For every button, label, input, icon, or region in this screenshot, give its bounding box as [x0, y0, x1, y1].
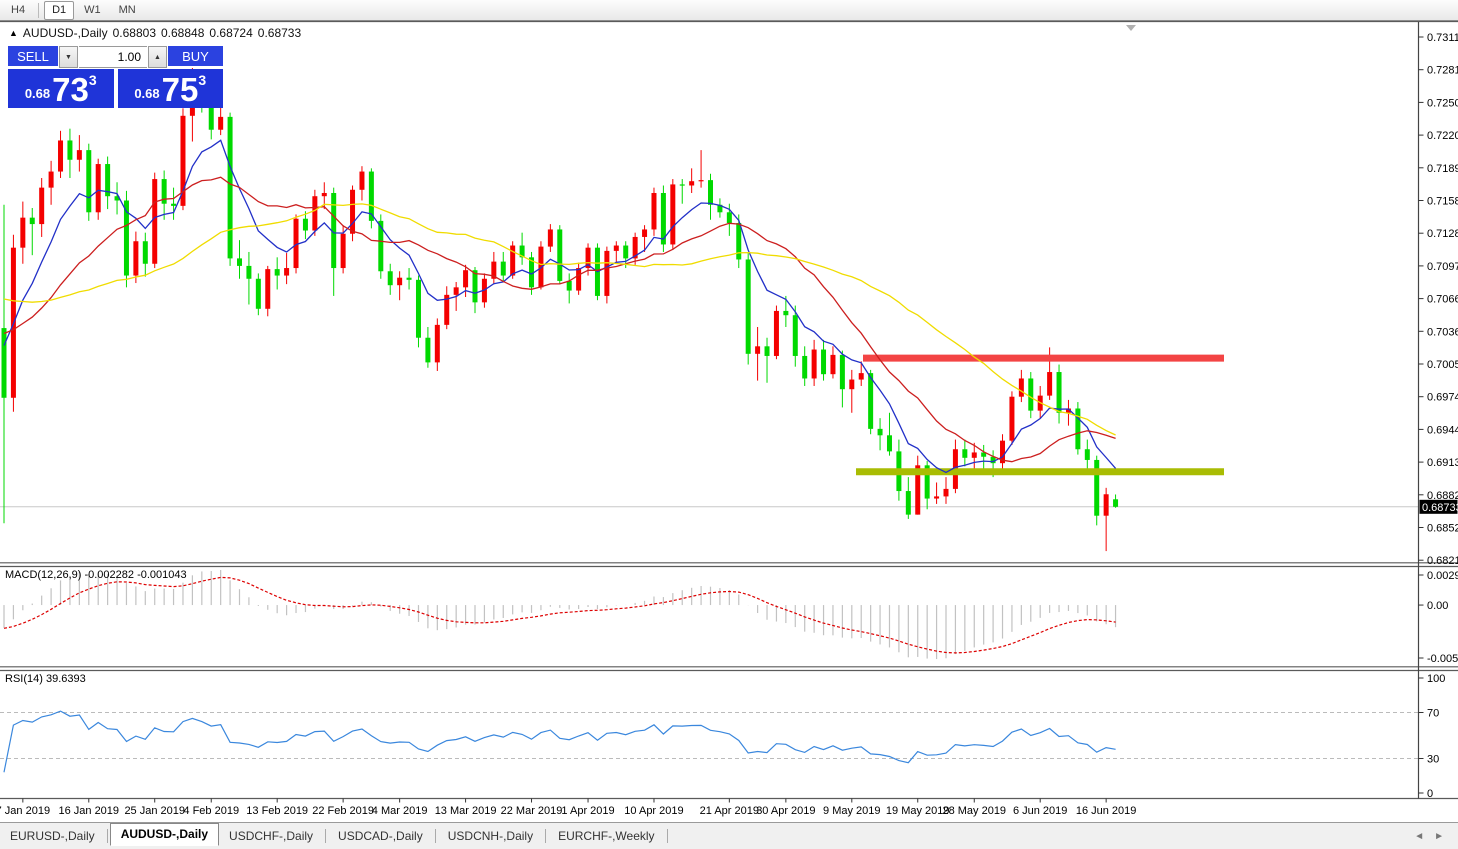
svg-text:1 Apr 2019: 1 Apr 2019	[561, 805, 614, 817]
chart-area[interactable]: 0.73115 0.72810 0.72505 0.72200 0.71890 0.715…	[0, 0, 1458, 849]
tab-separator	[107, 829, 108, 843]
svg-text:0.68520: 0.68520	[1427, 523, 1458, 535]
volume-input[interactable]	[79, 46, 147, 68]
ohlc-close: 0.68733	[258, 26, 301, 40]
svg-text:6 Jun 2019: 6 Jun 2019	[1013, 805, 1067, 817]
svg-text:0.72200: 0.72200	[1427, 130, 1458, 142]
timeframe-button-d1[interactable]: D1	[44, 1, 74, 20]
buy-price-prefix: 0.68	[134, 86, 159, 101]
mt4-window: 0.73115 0.72810 0.72505 0.72200 0.71890 0.715…	[0, 0, 1458, 849]
svg-text:0.68733: 0.68733	[1422, 502, 1458, 514]
tab-separator	[667, 829, 668, 843]
timeframe-button-h4[interactable]: H4	[3, 1, 33, 20]
timeframe-button-w1[interactable]: W1	[76, 1, 109, 20]
svg-text:0.69440: 0.69440	[1427, 424, 1458, 436]
svg-text:13 Feb 2019: 13 Feb 2019	[246, 805, 308, 817]
tab-scroll-right-icon[interactable]: ►	[1434, 831, 1444, 842]
buy-button[interactable]: BUY	[168, 46, 223, 68]
svg-text:30 Apr 2019: 30 Apr 2019	[756, 805, 815, 817]
svg-text:0: 0	[1427, 788, 1433, 800]
svg-text:0.71890: 0.71890	[1427, 163, 1458, 175]
svg-text:0.70050: 0.70050	[1427, 359, 1458, 371]
chart-tab-usdchf-daily[interactable]: USDCHF-,Daily	[219, 826, 323, 846]
svg-text:0.70665: 0.70665	[1427, 294, 1458, 306]
tab-separator	[325, 829, 326, 843]
svg-text:4 Mar 2019: 4 Mar 2019	[372, 805, 428, 817]
svg-text:0.71280: 0.71280	[1427, 228, 1458, 240]
tab-scroll-left-icon[interactable]: ◄	[1414, 831, 1424, 842]
svg-text:0.69745: 0.69745	[1427, 392, 1458, 404]
svg-text:0.72810: 0.72810	[1427, 65, 1458, 77]
ohlc-high: 0.68848	[161, 26, 204, 40]
sell-button[interactable]: SELL	[8, 46, 58, 68]
svg-text:70: 70	[1427, 708, 1439, 720]
svg-text:16 Jun 2019: 16 Jun 2019	[1076, 805, 1137, 817]
svg-text:10 Apr 2019: 10 Apr 2019	[624, 805, 683, 817]
sell-price-prefix: 0.68	[25, 86, 50, 101]
svg-text:19 May 2019: 19 May 2019	[886, 805, 950, 817]
volume-increase-button[interactable]: ▲	[148, 46, 167, 68]
buy-price-tile[interactable]: 0.68 75 3	[118, 69, 224, 108]
chart-tab-usdcnh-daily[interactable]: USDCNH-,Daily	[438, 826, 543, 846]
toolbar-separator	[38, 3, 39, 18]
volume-decrease-button[interactable]: ▼	[59, 46, 78, 68]
svg-text:0.73115: 0.73115	[1427, 32, 1458, 44]
svg-text:0.002984: 0.002984	[1427, 570, 1458, 582]
svg-text:28 May 2019: 28 May 2019	[942, 805, 1006, 817]
chart-header: ▲ AUDUSD-,Daily 0.68803 0.68848 0.68724 …	[9, 26, 301, 40]
tab-separator	[545, 829, 546, 843]
svg-text:22 Feb 2019: 22 Feb 2019	[312, 805, 374, 817]
svg-text:25 Jan 2019: 25 Jan 2019	[124, 805, 185, 817]
symbol-up-triangle-icon: ▲	[9, 28, 18, 38]
macd-label: MACD(12,26,9) -0.002282 -0.001043	[5, 569, 187, 581]
sell-price-tile[interactable]: 0.68 73 3	[8, 69, 114, 108]
tab-separator	[435, 829, 436, 843]
svg-text:13 Mar 2019: 13 Mar 2019	[435, 805, 497, 817]
svg-text:0.70970: 0.70970	[1427, 261, 1458, 273]
ohlc-low: 0.68724	[209, 26, 252, 40]
timeframe-button-mn[interactable]: MN	[111, 1, 144, 20]
sell-price-big: 73	[52, 75, 89, 105]
tab-scroll-arrows: ◄►	[1414, 831, 1458, 846]
svg-text:0.69130: 0.69130	[1427, 457, 1458, 469]
ohlc-open: 0.68803	[113, 26, 156, 40]
svg-text:-0.005256: -0.005256	[1427, 653, 1458, 665]
svg-text:100: 100	[1427, 673, 1445, 685]
chart-tab-bar: EURUSD-,DailyAUDUSD-,DailyUSDCHF-,DailyU…	[0, 822, 1458, 846]
svg-text:0.70360: 0.70360	[1427, 326, 1458, 338]
svg-text:0.00: 0.00	[1427, 600, 1448, 612]
chart-tab-eurusd-daily[interactable]: EURUSD-,Daily	[0, 826, 105, 846]
symbol-name: AUDUSD-,Daily	[23, 26, 108, 40]
chart-tab-audusd-daily[interactable]: AUDUSD-,Daily	[110, 823, 219, 846]
buy-price-big: 75	[162, 75, 199, 105]
svg-text:0.71585: 0.71585	[1427, 196, 1458, 208]
svg-text:30: 30	[1427, 754, 1439, 766]
one-click-trading-panel: SELL ▼ ▲ BUY 0.68 73 3 0.68 75 3	[8, 46, 223, 108]
rsi-label: RSI(14) 39.6393	[5, 673, 86, 685]
svg-text:21 Apr 2019: 21 Apr 2019	[700, 805, 759, 817]
svg-text:9 May 2019: 9 May 2019	[823, 805, 880, 817]
svg-text:4 Feb 2019: 4 Feb 2019	[183, 805, 239, 817]
svg-text:0.72505: 0.72505	[1427, 97, 1458, 109]
chart-tab-usdcad-daily[interactable]: USDCAD-,Daily	[328, 826, 433, 846]
timeframe-toolbar: H4 D1W1MN	[0, 0, 1458, 21]
svg-text:22 Mar 2019: 22 Mar 2019	[501, 805, 563, 817]
svg-text:0.68210: 0.68210	[1427, 555, 1458, 567]
svg-text:7 Jan 2019: 7 Jan 2019	[0, 805, 50, 817]
sell-price-sup: 3	[89, 72, 97, 88]
buy-price-sup: 3	[198, 72, 206, 88]
chart-tab-eurchf-weekly[interactable]: EURCHF-,Weekly	[548, 826, 664, 846]
svg-text:16 Jan 2019: 16 Jan 2019	[58, 805, 119, 817]
